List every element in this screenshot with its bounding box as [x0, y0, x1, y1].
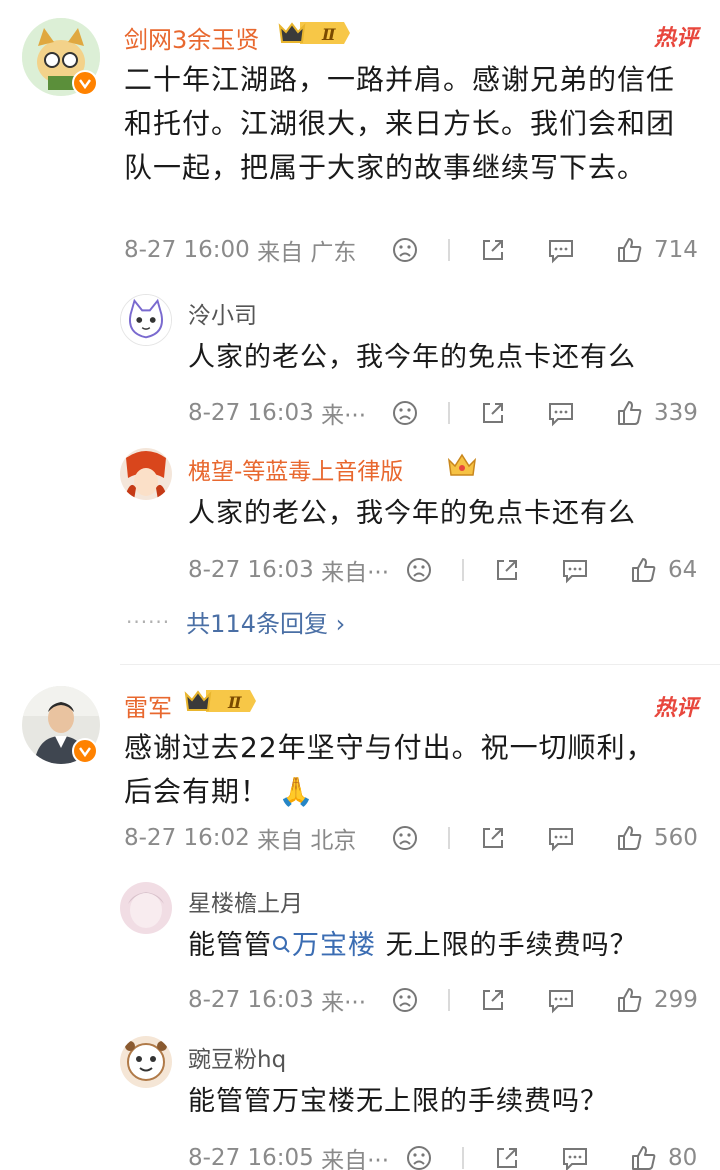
like-count: 299	[654, 987, 698, 1013]
like-icon[interactable]	[612, 821, 646, 855]
reply-avatar[interactable]	[120, 882, 172, 934]
level-badge-icon: Ⅱ	[184, 686, 258, 716]
search-icon	[273, 936, 290, 953]
reply-time: 8-27 16:03	[188, 400, 314, 426]
divider	[462, 559, 464, 581]
divider	[448, 989, 450, 1011]
reply-text: 人家的老公，我今年的免点卡还有么	[188, 342, 636, 373]
dislike-icon[interactable]	[388, 233, 422, 267]
reply-source: 来自···	[321, 1148, 390, 1170]
like-icon[interactable]	[612, 233, 646, 267]
more-dots: ······	[126, 609, 171, 634]
search-link[interactable]: 万宝楼	[272, 930, 376, 961]
like-count: 64	[668, 557, 698, 583]
comment-source: 来自 北京	[257, 828, 357, 854]
reply-username[interactable]: 豌豆粉hq	[188, 1040, 286, 1074]
comment-source: 来自 广东	[257, 240, 357, 266]
reply-actions: 64	[402, 550, 697, 590]
reply-username[interactable]: 星楼檐上月	[188, 884, 303, 918]
reply-time: 8-27 16:05	[188, 1145, 314, 1170]
share-icon[interactable]	[476, 983, 510, 1017]
comment-actions: 560	[388, 818, 698, 858]
search-link-label: 万宝楼	[292, 930, 376, 961]
divider	[462, 1147, 464, 1169]
reply-icon[interactable]	[544, 233, 578, 267]
comment-username[interactable]: 雷军	[124, 688, 172, 723]
reply-text-after: 无上限的手续费吗？	[376, 930, 638, 961]
verified-icon	[72, 70, 98, 96]
reply-source: 来自···	[321, 560, 390, 586]
reply-avatar[interactable]	[120, 1036, 172, 1088]
reply-avatar[interactable]	[120, 448, 172, 500]
svg-text:Ⅱ: Ⅱ	[321, 25, 336, 44]
dislike-icon[interactable]	[402, 1141, 436, 1170]
reply-actions: 299	[388, 980, 698, 1020]
reply-text-before: 能管管	[188, 930, 272, 961]
reply-icon[interactable]	[558, 1141, 592, 1170]
comment-time: 8-27 16:00	[124, 237, 250, 263]
reply-source: 来···	[321, 990, 367, 1016]
reply-icon[interactable]	[544, 983, 578, 1017]
hot-comment-label: 热评	[653, 26, 698, 51]
reply-icon[interactable]	[544, 396, 578, 430]
svg-text:Ⅱ: Ⅱ	[227, 693, 242, 712]
share-icon[interactable]	[476, 821, 510, 855]
like-icon[interactable]	[612, 983, 646, 1017]
like-count: 714	[654, 237, 698, 263]
like-icon[interactable]	[626, 553, 660, 587]
reply-meta: 8-27 16:03 来···	[188, 980, 366, 1020]
reply-actions: 80	[402, 1138, 697, 1170]
reply-time: 8-27 16:03	[188, 987, 314, 1013]
reply-icon[interactable]	[558, 553, 592, 587]
comment-text-body: 感谢过去22年坚守与付出。祝一切顺利，后会有期！	[124, 731, 655, 808]
dislike-icon[interactable]	[402, 553, 436, 587]
reply-text: 能管管万宝楼无上限的手续费吗？	[188, 1086, 608, 1117]
comment-meta: 8-27 16:02 来自 北京	[124, 818, 356, 858]
reply-icon[interactable]	[544, 821, 578, 855]
reply-text: 能管管 万宝楼 无上限的手续费吗？	[188, 926, 638, 966]
level-badge-icon: Ⅱ	[278, 18, 352, 48]
reply-time: 8-27 16:03	[188, 557, 314, 583]
reply-source: 来···	[321, 403, 367, 429]
hot-comment-label: 热评	[653, 696, 698, 721]
comment-time: 8-27 16:02	[124, 825, 250, 851]
pray-emoji-icon: 🙏	[278, 775, 315, 808]
more-replies-label: 共114条回复 ›	[186, 610, 346, 638]
reply-meta: 8-27 16:03 来自···	[188, 550, 389, 590]
share-icon[interactable]	[490, 1141, 524, 1170]
like-icon[interactable]	[612, 396, 646, 430]
comment-actions: 714	[388, 230, 698, 270]
share-icon[interactable]	[476, 396, 510, 430]
reply-username[interactable]: 泠小司	[188, 296, 257, 330]
reply-username[interactable]: 槐望-等蓝毒上音律版	[188, 452, 403, 486]
divider	[448, 239, 450, 261]
share-icon[interactable]	[476, 233, 510, 267]
divider	[448, 402, 450, 424]
share-icon[interactable]	[490, 553, 524, 587]
like-icon[interactable]	[626, 1141, 660, 1170]
reply-meta: 8-27 16:05 来自···	[188, 1138, 389, 1170]
reply-avatar[interactable]	[120, 294, 172, 346]
like-count: 339	[654, 400, 698, 426]
vip-crown-icon	[446, 450, 478, 480]
divider	[448, 827, 450, 849]
comment-username[interactable]: 剑网3余玉贤	[124, 20, 259, 55]
reply-meta: 8-27 16:03 来···	[188, 393, 366, 433]
reply-actions: 339	[388, 393, 698, 433]
like-count: 80	[668, 1145, 698, 1170]
more-replies-link[interactable]: ······ 共114条回复 ›	[126, 604, 345, 639]
verified-icon	[72, 738, 98, 764]
comment-text: 二十年江湖路，一路并肩。感谢兄弟的信任和托付。江湖很大，来日方长。我们会和团队一…	[124, 63, 676, 184]
dislike-icon[interactable]	[388, 983, 422, 1017]
comment-divider	[120, 664, 720, 665]
like-count: 560	[654, 825, 698, 851]
dislike-icon[interactable]	[388, 396, 422, 430]
dislike-icon[interactable]	[388, 821, 422, 855]
comment-text: 感谢过去22年坚守与付出。祝一切顺利，后会有期！ 🙏	[124, 726, 664, 814]
comment-meta: 8-27 16:00 来自 广东	[124, 230, 356, 270]
reply-text: 人家的老公，我今年的免点卡还有么	[188, 498, 636, 529]
